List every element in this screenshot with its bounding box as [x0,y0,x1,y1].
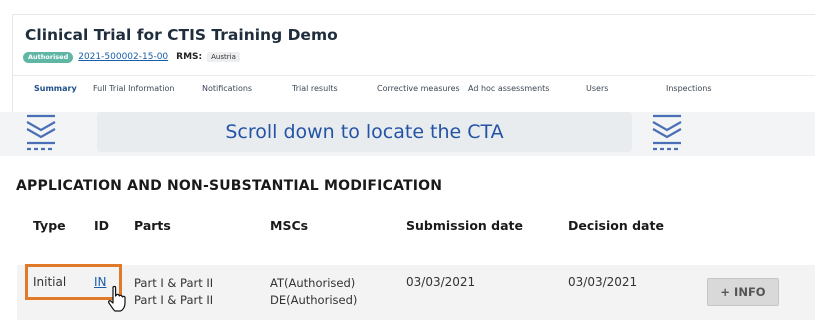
section-title: APPLICATION AND NON-SUBSTANTIAL MODIFICA… [16,178,443,194]
rms-label: RMS: [176,52,203,62]
trial-title: Clinical Trial for CTIS Training Demo [25,26,338,44]
tab-users[interactable]: Users [586,84,608,93]
tab-ad-hoc-assessments[interactable]: Ad hoc assessments [468,84,549,93]
trial-number-link[interactable]: 2021-500002-15-00 [78,52,168,62]
trial-header-card: Clinical Trial for CTIS Training Demo Au… [12,14,815,116]
column-header-mscs: MSCs [270,218,309,233]
tab-full-trial-information[interactable]: Full Trial Information [93,84,174,93]
status-badge: Authorised [23,51,74,63]
cell-decision-date: 03/03/2021 [568,275,638,289]
column-header-id: ID [94,218,110,233]
tab-corrective-measures[interactable]: Corrective measures [377,84,460,93]
info-button[interactable]: + INFO [707,278,779,306]
column-header-type: Type [33,218,66,233]
scroll-hint-box: Scroll down to locate the CTA [97,112,632,152]
rms-value: Austria [207,52,240,62]
cell-msc-1: AT(Authorised) [270,276,356,290]
cell-parts-2: Part I & Part II [134,293,214,307]
scroll-down-icon [26,114,56,151]
tab-summary[interactable]: Summary [34,84,77,93]
cell-msc-2: DE(Authorised) [270,293,358,307]
cell-parts-1: Part I & Part II [134,276,214,290]
hand-cursor-icon [108,285,126,312]
cell-submission-date: 03/03/2021 [406,275,476,289]
trial-tabs: Summary Full Trial Information Notificat… [13,75,815,116]
column-header-parts: Parts [134,218,171,233]
column-header-decision-date: Decision date [568,218,664,233]
scroll-hint-text: Scroll down to locate the CTA [225,121,504,143]
scroll-down-icon [652,114,682,151]
tab-inspections[interactable]: Inspections [666,84,712,93]
tab-trial-results[interactable]: Trial results [292,84,338,93]
column-header-submission-date: Submission date [406,218,523,233]
tab-notifications[interactable]: Notifications [202,84,252,93]
trial-meta-row: Authorised 2021-500002-15-00 RMS: Austri… [23,50,240,64]
